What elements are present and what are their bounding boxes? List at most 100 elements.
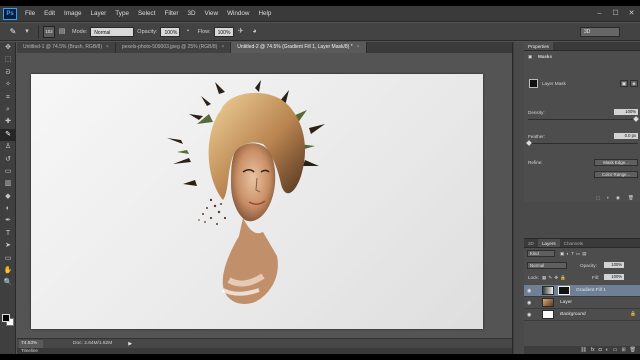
group-icon[interactable]: ▭	[613, 346, 618, 354]
history-brush-tool-icon[interactable]: ↺	[0, 154, 16, 166]
brush-size-picker[interactable]: 102	[43, 25, 55, 38]
pen-tool-icon[interactable]: ✒	[0, 215, 16, 227]
marquee-tool-icon[interactable]: ⬚	[0, 54, 16, 66]
tab-channels[interactable]: Channels	[560, 239, 587, 247]
mask-thumbnail[interactable]	[558, 286, 570, 295]
fx-icon[interactable]: fx	[591, 346, 595, 354]
color-range-button[interactable]: Color Range...	[594, 171, 638, 178]
layer-row-layer[interactable]: ◉ Layer	[524, 297, 640, 309]
menu-help[interactable]: Help	[258, 10, 271, 17]
right-panels: Properties Masks ▣ Layer Mask ▣ ◈ Densit…	[514, 42, 640, 354]
maximize-button[interactable]: ☐	[611, 9, 620, 18]
apply-mask-icon[interactable]: ◑	[606, 195, 609, 200]
healing-tool-icon[interactable]: ✚	[0, 116, 16, 128]
layer-row-background[interactable]: ◉ Background 🔒	[524, 309, 640, 321]
eraser-tool-icon[interactable]: ▭	[0, 166, 16, 178]
menu-edit[interactable]: Edit	[44, 10, 55, 17]
trash-icon[interactable]: 🗑	[630, 346, 636, 354]
eye-icon[interactable]: ◉	[527, 312, 533, 318]
hand-tool-icon[interactable]: ✋	[0, 265, 16, 277]
workspace-select[interactable]: 3D	[580, 27, 620, 37]
dodge-tool-icon[interactable]: ◐	[0, 203, 16, 215]
tab-properties[interactable]: Properties	[524, 42, 553, 50]
pressure-opacity-icon[interactable]: ◔	[182, 27, 192, 37]
feather-input[interactable]: 0.0 px	[614, 133, 638, 139]
brush-tool-icon[interactable]: ✎	[6, 26, 20, 38]
toolbox: ✥ ⬚ ᘐ ✧ ⌗ ⌕ ✚ ✎ ♙ ↺ ▭ ▥ ◆ ◐ ✒ T ➤ ▭ ✋ 🔍	[0, 42, 16, 354]
select-pixel-mask-icon[interactable]: ▣	[620, 80, 628, 87]
quick-select-tool-icon[interactable]: ✧	[0, 79, 16, 91]
tab-3d[interactable]: 3D	[524, 239, 538, 247]
menu-type[interactable]: Type	[115, 10, 129, 17]
type-tool-icon[interactable]: T	[0, 228, 16, 240]
layer-opacity-input[interactable]: 100%	[604, 262, 624, 268]
load-selection-icon[interactable]: ⬚	[596, 195, 600, 201]
zoom-field[interactable]: 74.53%	[19, 339, 43, 348]
density-slider-track[interactable]	[528, 119, 638, 120]
add-mask-icon[interactable]: ◘	[599, 346, 602, 354]
tab-pexels-photo[interactable]: pexels-photo-509003.jpeg @ 25% (RGB/8) ×	[115, 42, 232, 53]
move-tool-icon[interactable]: ✥	[0, 42, 16, 54]
link-icon[interactable]: ⛓	[580, 346, 586, 354]
shape-tool-icon[interactable]: ▭	[0, 253, 16, 265]
menu-view[interactable]: View	[205, 10, 219, 17]
eye-icon[interactable]: ◉	[527, 300, 533, 306]
new-layer-icon[interactable]: ⊞	[621, 346, 625, 354]
close-icon[interactable]: ×	[221, 44, 224, 50]
trash-icon[interactable]: 🗑	[628, 195, 634, 201]
foreground-color-swatch[interactable]	[2, 314, 10, 322]
mask-edge-button[interactable]: Mask Edge...	[594, 159, 638, 166]
mode-select[interactable]: Normal	[90, 26, 135, 37]
canvas-area[interactable]	[17, 53, 512, 338]
close-button[interactable]: ✕	[627, 9, 636, 18]
tab-untitled-1[interactable]: Untitled-1 @ 74.5% (Brush, RGB/8) ×	[17, 42, 116, 53]
tab-layers[interactable]: Layers	[537, 239, 560, 247]
opacity-input[interactable]: 100%	[160, 26, 181, 37]
status-bar: 74.53% Doc: 2.64M/1.62M ▶	[17, 338, 512, 348]
close-icon[interactable]: ×	[106, 44, 109, 50]
flow-input[interactable]: 100%	[213, 26, 234, 37]
menu-image[interactable]: Image	[64, 10, 82, 17]
document-tabs: Untitled-1 @ 74.5% (Brush, RGB/8) × pexel…	[17, 42, 512, 53]
filter-kind-select[interactable]: Kind	[527, 250, 555, 257]
fill-input[interactable]: 100%	[604, 274, 624, 280]
feather-slider-handle[interactable]	[526, 140, 532, 146]
layer-mask-thumbnail[interactable]	[529, 79, 538, 88]
disable-mask-icon[interactable]: ◉	[616, 195, 620, 201]
density-slider-handle[interactable]	[633, 116, 639, 122]
layer-row-gradient-fill[interactable]: ◉ Gradient Fill 1	[524, 285, 640, 297]
feather-slider-track[interactable]	[528, 143, 638, 144]
chevron-down-icon[interactable]: ▾	[22, 27, 32, 37]
eyedropper-tool-icon[interactable]: ⌕	[0, 104, 16, 116]
blend-mode-select[interactable]: Normal	[527, 262, 567, 269]
lasso-tool-icon[interactable]: ᘐ	[0, 67, 16, 79]
minimize-button[interactable]: –	[595, 9, 604, 18]
menu-window[interactable]: Window	[227, 10, 249, 17]
brush-tool-icon[interactable]: ✎	[0, 128, 16, 142]
menu-select[interactable]: Select	[138, 10, 156, 17]
layer-filter-icons[interactable]: ▣◐T▭▤	[560, 251, 589, 257]
blur-tool-icon[interactable]: ◆	[0, 191, 16, 203]
document-canvas[interactable]	[31, 74, 483, 329]
path-select-tool-icon[interactable]: ➤	[0, 240, 16, 252]
density-input[interactable]: 100%	[614, 109, 638, 115]
menu-layer[interactable]: Layer	[91, 10, 107, 17]
zoom-tool-icon[interactable]: 🔍	[0, 277, 16, 289]
airbrush-icon[interactable]: ✈	[236, 27, 246, 37]
menu-filter[interactable]: Filter	[164, 10, 178, 17]
adjustment-icon[interactable]: ◐	[606, 346, 609, 354]
eye-icon[interactable]: ◉	[527, 288, 533, 294]
timeline-bar[interactable]: Timeline	[17, 348, 512, 354]
lock-icons[interactable]: ▦✎✥🔒	[542, 275, 568, 281]
pressure-size-icon[interactable]: ◕	[250, 27, 260, 37]
crop-tool-icon[interactable]: ⌗	[0, 92, 16, 104]
tab-untitled-2[interactable]: Untitled-2 @ 74.5% (Gradient Fill 1, Lay…	[231, 42, 367, 53]
brush-panel-icon[interactable]: ▤	[57, 27, 67, 37]
menu-3d[interactable]: 3D	[187, 10, 195, 17]
chevron-right-icon[interactable]: ▶	[128, 341, 132, 347]
close-icon[interactable]: ×	[357, 44, 360, 50]
gradient-tool-icon[interactable]: ▥	[0, 178, 16, 190]
clone-stamp-tool-icon[interactable]: ♙	[0, 141, 16, 153]
menu-file[interactable]: File	[25, 10, 35, 17]
add-vector-mask-icon[interactable]: ◈	[630, 80, 638, 87]
